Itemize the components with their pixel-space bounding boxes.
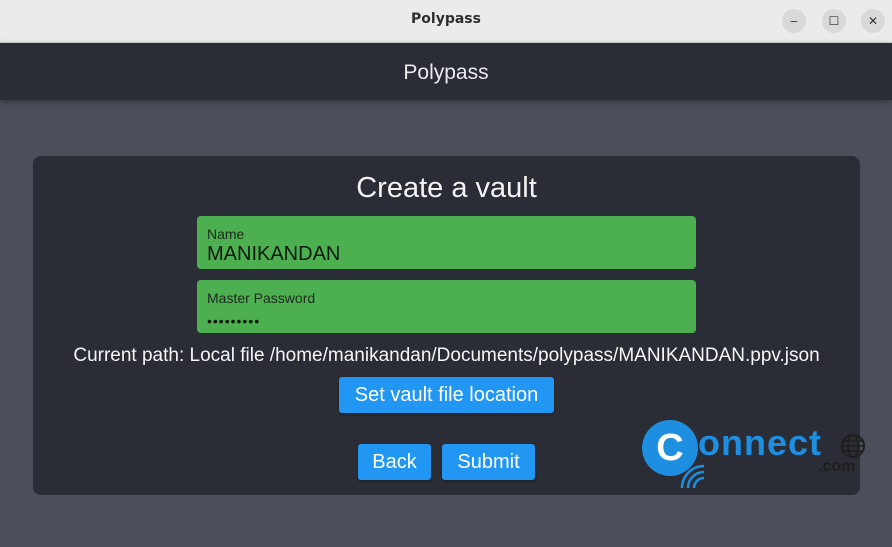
watermark-suffix: .com — [818, 458, 856, 475]
wifi-icon — [680, 464, 705, 489]
app-title: Polypass — [403, 61, 489, 84]
name-field[interactable]: Name MANIKANDAN — [197, 216, 696, 269]
globe-icon — [841, 434, 865, 458]
window-title: Polypass — [411, 11, 481, 27]
set-vault-location-button[interactable]: Set vault file location — [339, 377, 554, 413]
connect-watermark-logo: C onnect .com — [640, 418, 870, 490]
minimize-button[interactable]: ‒ — [782, 9, 806, 33]
master-password-label: Master Password — [207, 290, 316, 306]
master-password-input[interactable]: ••••••••• — [207, 310, 686, 332]
app-header: Polypass — [0, 43, 892, 100]
maximize-button[interactable]: ☐ — [822, 9, 846, 33]
name-input[interactable]: MANIKANDAN — [207, 243, 686, 265]
name-label: Name — [207, 226, 245, 242]
window-titlebar[interactable]: Polypass ‒ ☐ ✕ — [0, 0, 892, 43]
page-title: Create a vault — [356, 172, 537, 204]
current-path-text: Current path: Local file /home/manikanda… — [73, 345, 820, 366]
submit-button[interactable]: Submit — [442, 444, 535, 480]
back-button[interactable]: Back — [358, 444, 431, 480]
minimize-icon: ‒ — [790, 14, 798, 28]
maximize-icon: ☐ — [828, 14, 840, 28]
master-password-field[interactable]: Master Password ••••••••• — [197, 280, 696, 333]
watermark-word: onnect — [698, 422, 823, 463]
close-button[interactable]: ✕ — [861, 9, 885, 33]
close-icon: ✕ — [867, 14, 879, 28]
